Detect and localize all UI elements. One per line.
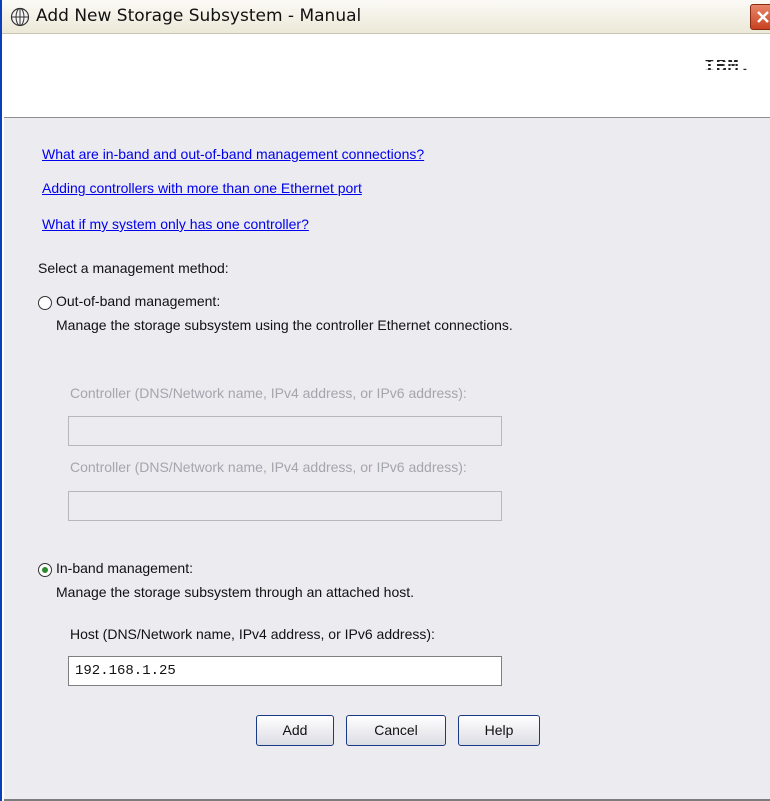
title-bar[interactable]: Add New Storage Subsystem - Manual: [2, 0, 770, 34]
ibm-logo: IBM.: [704, 56, 752, 77]
host-input[interactable]: 192.168.1.25: [68, 656, 502, 686]
out-of-band-label[interactable]: Out-of-band management:: [56, 293, 220, 309]
host-label: Host (DNS/Network name, IPv4 address, or…: [70, 626, 435, 642]
help-button[interactable]: Help: [458, 715, 540, 746]
controller1-label: Controller (DNS/Network name, IPv4 addre…: [70, 385, 467, 401]
out-of-band-radio[interactable]: [38, 296, 52, 310]
in-band-radio[interactable]: [38, 563, 52, 577]
window-title: Add New Storage Subsystem - Manual: [36, 6, 362, 26]
close-button[interactable]: [750, 4, 770, 30]
dialog-header: IBM.: [4, 34, 770, 118]
dialog-body: What are in-band and out-of-band managem…: [4, 118, 770, 801]
cancel-button[interactable]: Cancel: [346, 715, 446, 746]
add-button[interactable]: Add: [256, 715, 334, 746]
in-band-label[interactable]: In-band management:: [56, 560, 193, 576]
help-link-ethernet-ports[interactable]: Adding controllers with more than one Et…: [42, 180, 362, 196]
in-band-description: Manage the storage subsystem through an …: [56, 584, 415, 600]
radio-selected-dot: [42, 567, 48, 573]
controller1-input[interactable]: [68, 416, 502, 446]
controller2-label: Controller (DNS/Network name, IPv4 addre…: [70, 459, 467, 475]
controller2-input[interactable]: [68, 491, 502, 521]
out-of-band-description: Manage the storage subsystem using the c…: [56, 317, 513, 333]
help-link-connections[interactable]: What are in-band and out-of-band managem…: [42, 146, 424, 162]
method-prompt: Select a management method:: [38, 260, 229, 276]
help-link-one-controller[interactable]: What if my system only has one controlle…: [42, 216, 309, 232]
dialog-window: Add New Storage Subsystem - Manual IBM. …: [0, 0, 770, 801]
globe-icon: [10, 7, 30, 27]
